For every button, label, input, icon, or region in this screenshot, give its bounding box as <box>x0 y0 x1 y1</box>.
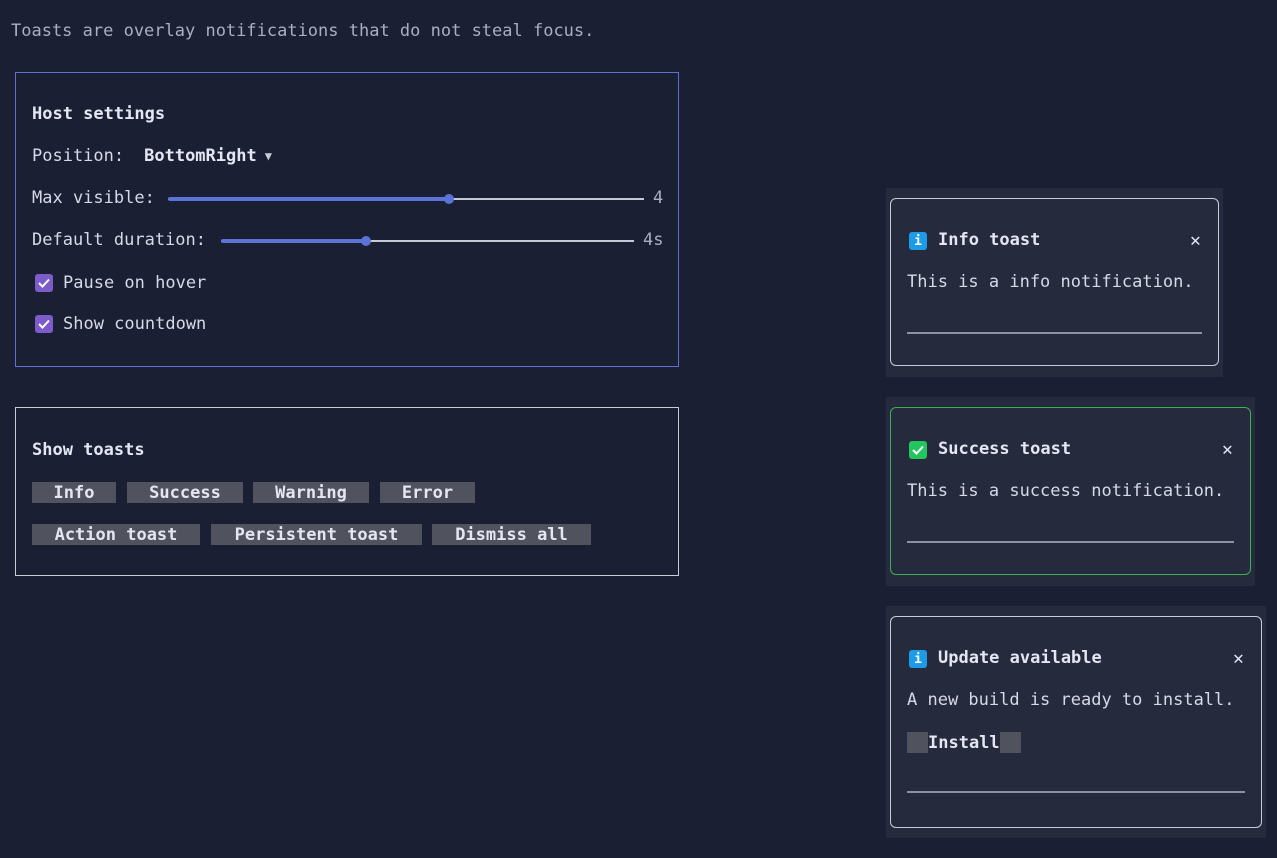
caret-down-icon[interactable]: ▼ <box>265 149 272 163</box>
update-toast: i Update available ✕ A new build is read… <box>890 616 1262 828</box>
position-label: Position: <box>32 146 125 166</box>
max-visible-slider-thumb[interactable] <box>443 194 454 204</box>
show-toasts-title: Show toasts <box>32 440 145 460</box>
toast-countdown-bar <box>907 541 1234 543</box>
toast-countdown-bar <box>907 791 1245 793</box>
max-visible-slider-fill <box>168 197 449 201</box>
success-button[interactable]: Success <box>127 482 243 503</box>
close-icon[interactable]: ✕ <box>1233 648 1244 669</box>
toast-title: Success toast <box>938 439 1072 459</box>
info-button[interactable]: Info <box>32 482 116 503</box>
duration-slider-fill <box>221 239 366 243</box>
duration-value: 4s <box>643 230 664 250</box>
close-icon[interactable]: ✕ <box>1222 439 1233 460</box>
success-toast: Success toast ✕ This is a success notifi… <box>890 407 1251 575</box>
check-icon <box>909 441 927 459</box>
toast-message: A new build is ready to install. <box>907 690 1235 710</box>
toast-container: Success toast ✕ This is a success notifi… <box>886 397 1255 586</box>
max-visible-row: Max visible: <box>32 188 155 208</box>
show-countdown-checkbox[interactable] <box>35 315 53 333</box>
toast-message: This is a success notification. <box>907 481 1225 501</box>
pause-on-hover-option[interactable]: Pause on hover <box>35 273 206 293</box>
toast-message: This is a info notification. <box>907 272 1194 292</box>
error-button[interactable]: Error <box>380 482 475 503</box>
checkmark-icon <box>38 278 50 288</box>
toast-title: Update available <box>938 648 1102 668</box>
toast-title: Info toast <box>938 230 1041 250</box>
host-settings-title: Host settings <box>32 104 166 124</box>
info-toast: i Info toast ✕ This is a info notificati… <box>890 198 1219 366</box>
max-visible-value: 4 <box>653 188 664 208</box>
hint-text: Toasts are overlay notifications that do… <box>11 21 595 41</box>
info-icon: i <box>909 232 927 250</box>
show-toasts-panel: Show toasts Info Success Warning Error A… <box>15 407 679 576</box>
toast-container: i Update available ✕ A new build is read… <box>886 606 1266 838</box>
warning-button[interactable]: Warning <box>253 482 369 503</box>
pause-on-hover-label: Pause on hover <box>63 273 207 293</box>
toast-container: i Info toast ✕ This is a info notificati… <box>886 188 1223 377</box>
action-toast-button[interactable]: Action toast <box>32 524 200 545</box>
info-icon: i <box>909 650 927 668</box>
max-visible-slider[interactable] <box>168 194 644 204</box>
position-dropdown[interactable]: BottomRight <box>144 146 257 166</box>
install-button-label: Install <box>928 732 1000 753</box>
pause-on-hover-checkbox[interactable] <box>35 274 53 292</box>
dismiss-all-button[interactable]: Dismiss all <box>432 524 591 545</box>
checkmark-icon <box>38 319 50 329</box>
show-countdown-option[interactable]: Show countdown <box>35 314 206 334</box>
persistent-toast-button[interactable]: Persistent toast <box>211 524 422 545</box>
host-settings-panel: Host settings Position: BottomRight ▼ Ma… <box>15 72 679 367</box>
show-countdown-label: Show countdown <box>63 314 207 334</box>
install-button[interactable]: Install <box>907 732 1021 753</box>
duration-slider-thumb[interactable] <box>360 236 371 246</box>
close-icon[interactable]: ✕ <box>1190 230 1201 251</box>
position-row: Position: BottomRight ▼ <box>32 146 272 166</box>
duration-label: Default duration: <box>32 230 206 250</box>
duration-slider[interactable] <box>221 236 634 246</box>
duration-row: Default duration: <box>32 230 206 250</box>
max-visible-label: Max visible: <box>32 188 155 208</box>
toast-countdown-bar <box>907 332 1202 334</box>
